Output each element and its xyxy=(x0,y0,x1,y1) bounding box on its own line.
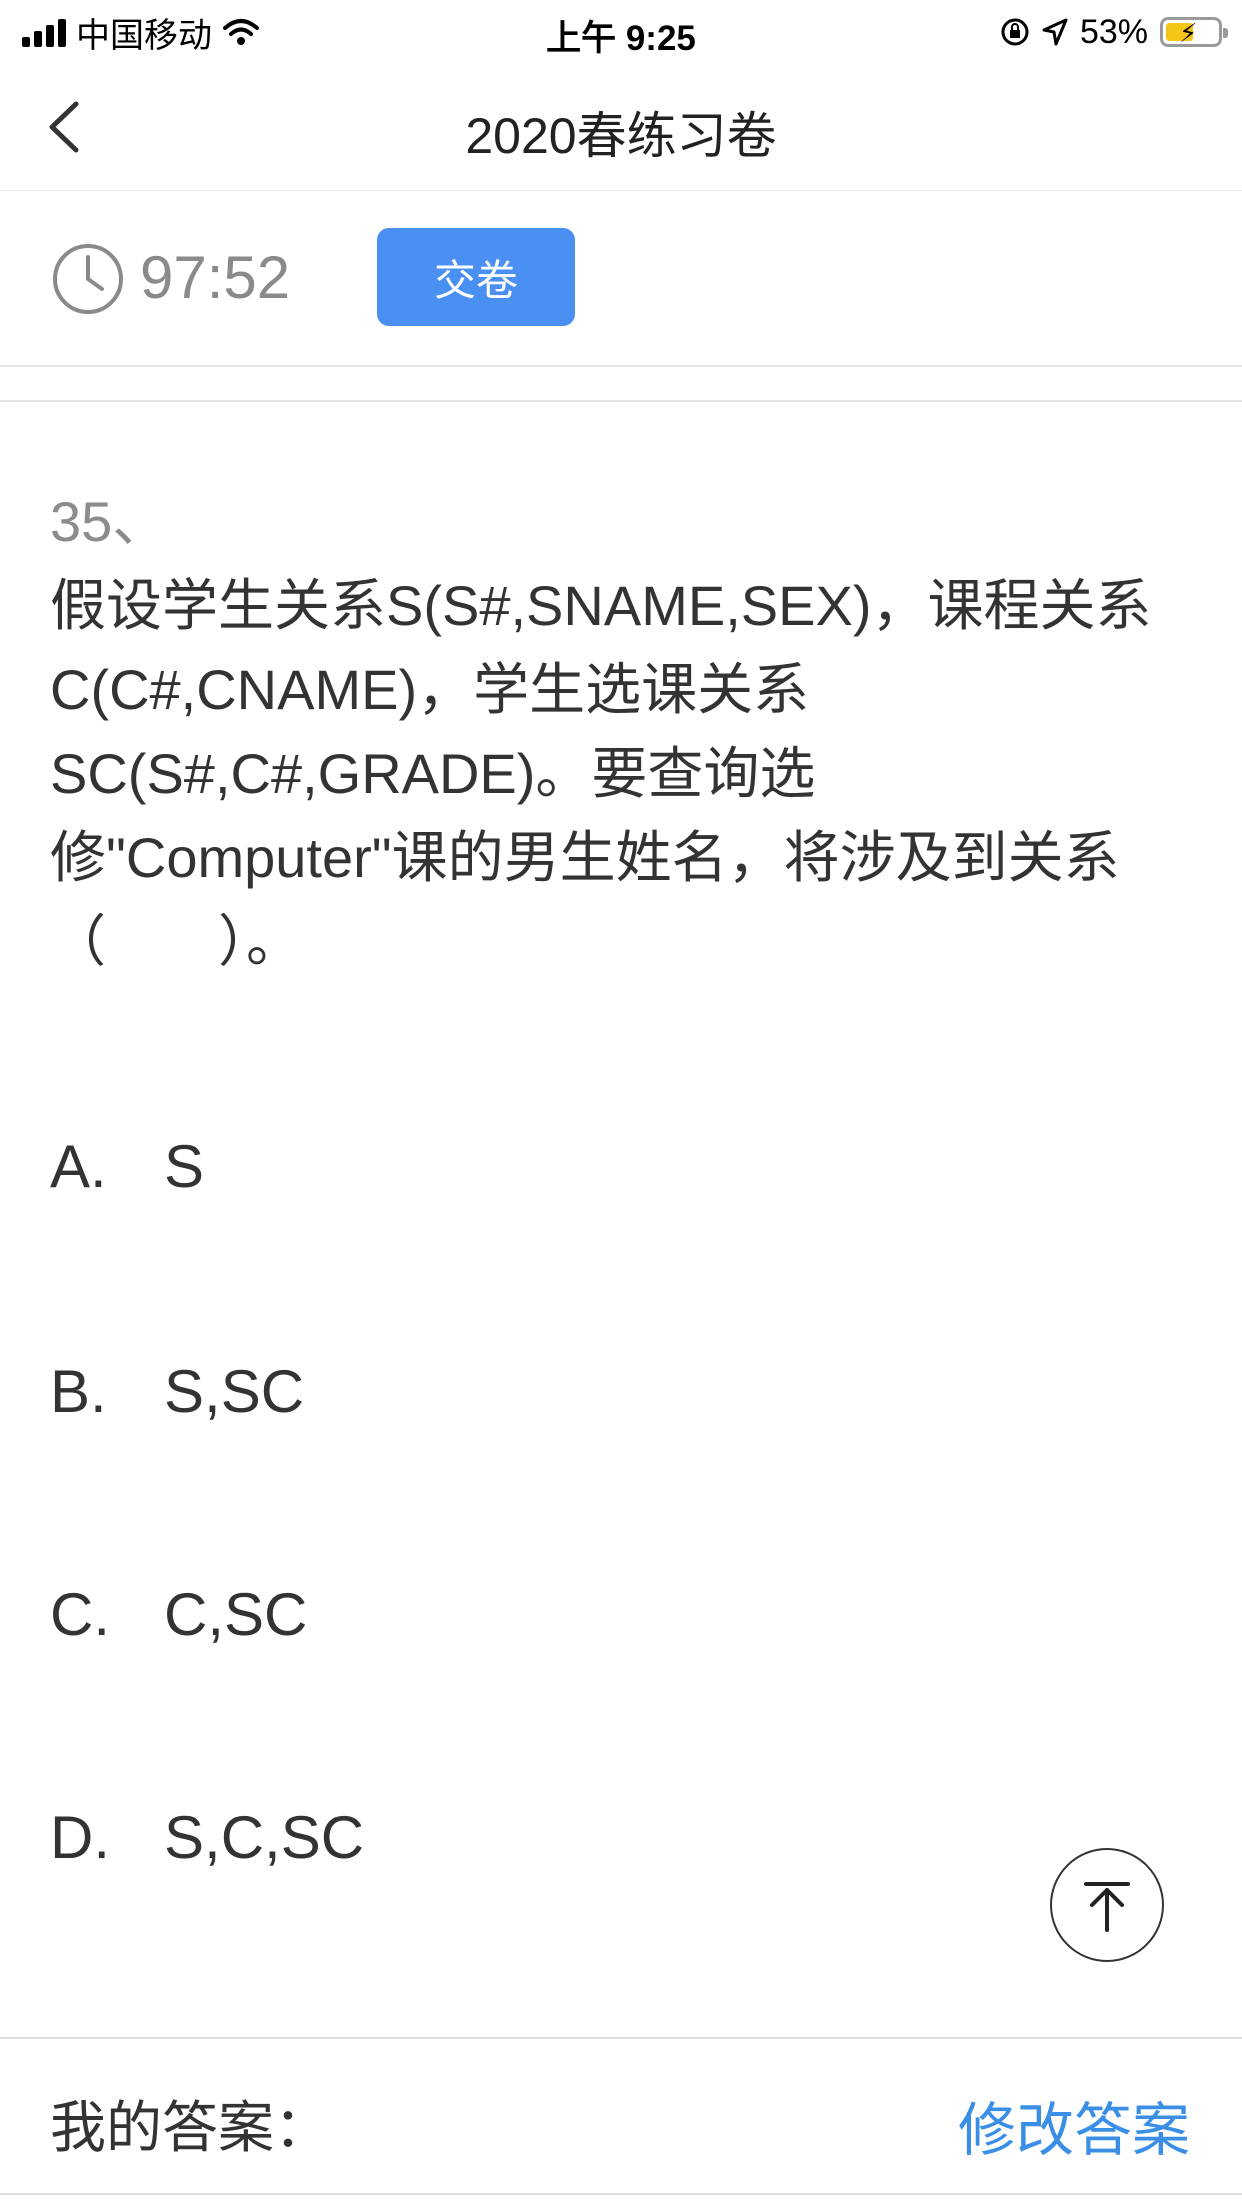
arrow-to-top-icon xyxy=(1084,1882,1130,1932)
question-block: 35、 假设学生关系S(S#,SNAME,SEX)，课程关系C(C#,CNAME… xyxy=(50,480,1200,984)
my-answer-label: 我的答案： xyxy=(50,2096,330,2159)
option-letter: C. xyxy=(50,1581,110,1648)
option-text: S,C,SC xyxy=(164,1804,365,1871)
battery-percent: 53% xyxy=(1079,12,1148,51)
option-b[interactable]: B. S,SC xyxy=(50,1357,304,1426)
battery-icon: ⚡ xyxy=(1160,17,1228,48)
option-letter: D. xyxy=(50,1804,110,1871)
question-number: 35、 xyxy=(50,490,169,553)
page-title: 2020春练习卷 xyxy=(465,108,777,164)
option-d[interactable]: D. S,C,SC xyxy=(50,1803,364,1872)
status-right: 53% ⚡ xyxy=(1000,10,1228,54)
option-letter: A. xyxy=(50,1133,107,1200)
option-c[interactable]: C. C,SC xyxy=(50,1580,307,1649)
clock-icon xyxy=(53,244,123,314)
divider xyxy=(0,400,1242,402)
edit-answer-button[interactable]: 修改答案 xyxy=(958,2083,1190,2167)
charging-bolt-icon: ⚡ xyxy=(1179,18,1198,48)
question-stem: 假设学生关系S(S#,SNAME,SEX)，课程关系C(C#,CNAME)，学生… xyxy=(50,574,1152,973)
exam-toolbar: 97:52 交卷 xyxy=(0,191,1242,367)
countdown-timer: 97:52 xyxy=(140,244,291,311)
option-text: S,SC xyxy=(164,1358,305,1425)
nav-bar: 2020春练习卷 xyxy=(0,62,1242,191)
option-text: S xyxy=(164,1133,205,1200)
option-letter: B. xyxy=(50,1358,107,1425)
back-to-top-button[interactable] xyxy=(1050,1848,1164,1962)
submit-exam-button[interactable]: 交卷 xyxy=(377,228,575,326)
orientation-lock-icon xyxy=(1001,18,1029,46)
location-icon xyxy=(1042,18,1068,46)
option-text: C,SC xyxy=(164,1581,308,1648)
answer-bar: 我的答案： 修改答案 xyxy=(0,2037,1242,2195)
option-a[interactable]: A. S xyxy=(50,1132,204,1201)
status-bar: 中国移动 上午 9:25 53% ⚡ xyxy=(0,0,1242,62)
